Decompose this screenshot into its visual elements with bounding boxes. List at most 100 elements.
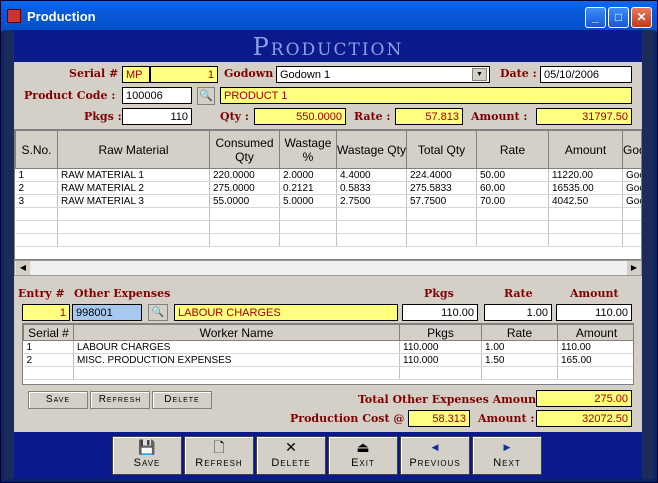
col-sno[interactable]: S.No. — [15, 130, 58, 169]
col-consumed-qty[interactable]: Consumed Qty — [209, 130, 280, 169]
close-button[interactable]: ✕ — [631, 7, 652, 28]
scroll-left-icon[interactable]: ◀ — [16, 261, 30, 275]
expense-search-icon[interactable]: 🔍 — [148, 304, 168, 321]
scroll-track[interactable] — [31, 261, 627, 275]
exit-button[interactable]: ⏏ Exit — [328, 436, 398, 475]
amount-field[interactable]: 31797.50 — [536, 108, 632, 125]
chevron-down-icon[interactable]: ▼ — [472, 68, 487, 81]
expense-pkgs-field[interactable]: 110.00 — [402, 304, 478, 321]
godown-select[interactable]: Godown 1 — [276, 66, 490, 83]
cell[interactable]: 0.2121 — [279, 181, 337, 195]
serial-prefix-field[interactable]: MP — [122, 66, 150, 83]
col-raw-material[interactable]: Raw Material — [57, 130, 210, 169]
cell[interactable]: 57.7500 — [406, 194, 477, 208]
refresh-button[interactable]: 🗋 Refresh — [184, 436, 254, 475]
cell[interactable]: 4.4000 — [336, 168, 407, 182]
cell[interactable]: 2.7500 — [336, 194, 407, 208]
cell[interactable]: 70.00 — [476, 194, 549, 208]
total-expenses-field[interactable]: 275.00 — [536, 390, 632, 407]
cell[interactable]: 60.00 — [476, 181, 549, 195]
cell[interactable]: 2 — [15, 181, 58, 195]
product-code-field[interactable]: 100006 — [122, 87, 192, 104]
table-row[interactable]: 1 LABOUR CHARGES 110.000 1.00 110.00 — [23, 340, 633, 354]
col-worker-name[interactable]: Worker Name — [73, 324, 400, 341]
col-exp-rate[interactable]: Rate — [481, 324, 558, 341]
cell[interactable]: RAW MATERIAL 1 — [57, 168, 210, 182]
production-cost-field[interactable]: 58.313 — [408, 410, 470, 427]
cell[interactable]: 2 — [23, 353, 74, 367]
cell[interactable]: 5.0000 — [279, 194, 337, 208]
horizontal-scrollbar[interactable]: ◀ ▶ — [14, 260, 642, 276]
cell[interactable]: RAW MATERIAL 2 — [57, 181, 210, 195]
empty-row[interactable] — [23, 366, 633, 380]
cell[interactable]: RAW MATERIAL 3 — [57, 194, 210, 208]
expense-amount-field[interactable]: 110.00 — [556, 304, 632, 321]
scroll-right-icon[interactable]: ▶ — [627, 261, 641, 275]
product-name-field[interactable]: PRODUCT 1 — [220, 87, 632, 104]
table-row[interactable]: 1 RAW MATERIAL 1 220.0000 2.0000 4.4000 224.4… — [15, 168, 641, 182]
serial-number-field[interactable]: 1 — [150, 66, 218, 83]
col-rate[interactable]: Rate — [476, 130, 549, 169]
cell[interactable]: 3 — [15, 194, 58, 208]
expense-rate-field[interactable]: 1.00 — [484, 304, 552, 321]
table-row[interactable]: 3 RAW MATERIAL 3 55.0000 5.0000 2.7500 57.750… — [15, 194, 641, 208]
cell[interactable]: 165.00 — [557, 353, 633, 367]
col-godown[interactable]: Godov — [622, 130, 641, 169]
cell[interactable]: MISC. PRODUCTION EXPENSES — [73, 353, 400, 367]
expense-code-field[interactable]: 998001 — [72, 304, 142, 321]
col-amount[interactable]: Amount — [548, 130, 623, 169]
delete-small-button[interactable]: Delete — [152, 391, 212, 409]
table-row[interactable]: 2 RAW MATERIAL 2 275.0000 0.2121 0.5833 275.5… — [15, 181, 641, 195]
previous-button[interactable]: ◀ Previous — [400, 436, 470, 475]
cell[interactable]: Goc — [622, 194, 641, 208]
expenses-grid[interactable]: Serial # Worker Name Pkgs Rate Amount 1L… — [22, 323, 634, 385]
maximize-button[interactable]: □ — [608, 7, 629, 28]
total-amount-field[interactable]: 32072.50 — [536, 410, 632, 427]
save-button[interactable]: 💾 Save — [112, 436, 182, 475]
cell[interactable]: 2.0000 — [279, 168, 337, 182]
cell[interactable]: 11220.00 — [548, 168, 623, 182]
cell[interactable]: 1 — [23, 340, 74, 354]
cell[interactable]: 275.0000 — [209, 181, 280, 195]
cell[interactable]: 16535.00 — [548, 181, 623, 195]
cell[interactable]: Goc — [622, 168, 641, 182]
date-field[interactable]: 05/10/2006 — [540, 66, 632, 83]
rate-field[interactable]: 57.813 — [395, 108, 463, 125]
col-total-qty[interactable]: Total Qty — [406, 130, 477, 169]
minimize-button[interactable]: _ — [585, 7, 606, 28]
cell[interactable]: Goc — [622, 181, 641, 195]
empty-row[interactable] — [15, 220, 641, 234]
cell[interactable]: 224.4000 — [406, 168, 477, 182]
cell[interactable]: 110.000 — [399, 340, 482, 354]
save-small-button[interactable]: Save — [28, 391, 88, 409]
cell[interactable]: 275.5833 — [406, 181, 477, 195]
cell[interactable]: 1.50 — [481, 353, 558, 367]
cell[interactable]: LABOUR CHARGES — [73, 340, 400, 354]
cell[interactable]: 220.0000 — [209, 168, 280, 182]
table-row[interactable]: 2 MISC. PRODUCTION EXPENSES 110.000 1.50 165… — [23, 353, 633, 367]
cell[interactable]: 0.5833 — [336, 181, 407, 195]
col-wastage-qty[interactable]: Wastage Qty — [336, 130, 407, 169]
delete-button[interactable]: ✕ Delete — [256, 436, 326, 475]
col-exp-amount[interactable]: Amount — [557, 324, 633, 341]
cell[interactable]: 110.000 — [399, 353, 482, 367]
cell[interactable]: 55.0000 — [209, 194, 280, 208]
col-pkgs[interactable]: Pkgs — [399, 324, 482, 341]
search-icon[interactable]: 🔍 — [197, 87, 215, 105]
cell[interactable]: 1 — [15, 168, 58, 182]
qty-field[interactable]: 550.0000 — [254, 108, 346, 125]
cell[interactable]: 110.00 — [557, 340, 633, 354]
cell[interactable]: 50.00 — [476, 168, 549, 182]
cell[interactable]: 4042.50 — [548, 194, 623, 208]
next-button[interactable]: ▶ Next — [472, 436, 542, 475]
empty-row[interactable] — [15, 233, 641, 247]
entry-number-field[interactable]: 1 — [22, 304, 70, 321]
refresh-small-button[interactable]: Refresh — [90, 391, 150, 409]
materials-grid[interactable]: S.No. Raw Material Consumed Qty Wastage … — [14, 129, 642, 260]
empty-row[interactable] — [15, 207, 641, 221]
pkgs-field[interactable]: 110 — [122, 108, 192, 125]
cell[interactable]: 1.00 — [481, 340, 558, 354]
col-wastage-pct[interactable]: Wastage % — [279, 130, 337, 169]
col-serial[interactable]: Serial # — [23, 324, 74, 341]
expense-name-field[interactable]: LABOUR CHARGES — [174, 304, 398, 321]
